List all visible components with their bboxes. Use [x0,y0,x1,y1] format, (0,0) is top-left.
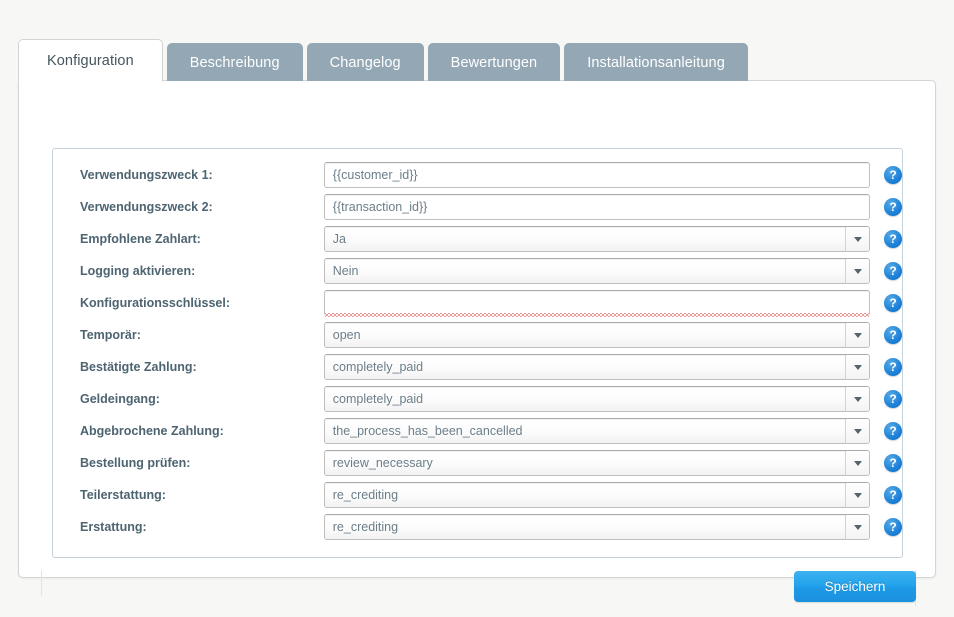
text-input[interactable] [323,162,870,188]
help-icon[interactable]: ? [884,390,902,408]
select-dropdown[interactable]: completely_paid [323,354,870,380]
tab-bewertungen[interactable]: Bewertungen [427,43,561,81]
select-value: Nein [332,264,359,278]
select-value: the_process_has_been_cancelled [332,424,523,438]
chevron-down-icon[interactable] [845,323,869,347]
validation-error-underline [324,313,869,317]
field-label: Konfigurationsschlüssel: [80,296,231,310]
tab-beschreibung[interactable]: Beschreibung [166,43,303,81]
configuration-form: Verwendungszweck 1:?Verwendungszweck 2:?… [52,148,903,558]
select-value: re_crediting [332,520,399,534]
select-dropdown[interactable]: re_crediting [323,482,870,508]
help-icon[interactable]: ? [884,262,902,280]
select-dropdown[interactable]: the_process_has_been_cancelled [323,418,870,444]
form-row: Bestätigte Zahlung: completely_paid? [53,351,902,383]
form-row: Konfigurationsschlüssel:? [53,287,902,319]
tab-bar: Konfiguration Beschreibung Changelog Bewert… [18,39,752,82]
select-value: completely_paid [332,360,424,374]
tab-content-area: Verwendungszweck 1:?Verwendungszweck 2:?… [18,80,936,606]
select-value: completely_paid [332,392,424,406]
help-icon[interactable]: ? [884,518,902,536]
field-control-wrapper: Ja [323,226,870,252]
field-label: Logging aktivieren: [80,264,196,278]
select-value: open [332,328,361,342]
form-footer [41,570,916,606]
chevron-down-icon[interactable] [845,451,869,475]
save-button[interactable]: Speichern [794,571,916,602]
select-value: re_crediting [332,488,399,502]
form-row: Teilerstattung: re_crediting? [53,479,902,511]
field-label: Geldeingang: [80,392,160,406]
form-row: Temporär: open? [53,319,902,351]
help-icon[interactable]: ? [884,486,902,504]
configuration-tab-panel: Konfiguration Beschreibung Changelog Bewert… [18,39,936,606]
field-label: Teilerstattung: [80,488,166,502]
field-label: Erstattung: [80,520,147,534]
help-icon[interactable]: ? [884,326,902,344]
chevron-down-icon[interactable] [845,259,869,283]
footer-divider-left [41,570,42,596]
chevron-down-icon[interactable] [845,483,869,507]
chevron-down-icon[interactable] [845,515,869,539]
field-control-wrapper: re_crediting [323,482,870,508]
form-row: Abgebrochene Zahlung: the_process_has_bee… [53,415,902,447]
field-control-wrapper: completely_paid [323,386,870,412]
select-dropdown[interactable]: review_necessary [323,450,870,476]
select-dropdown[interactable]: re_crediting [323,514,870,540]
select-value: Ja [332,232,346,246]
help-icon[interactable]: ? [884,358,902,376]
help-icon[interactable]: ? [884,198,902,216]
field-control-wrapper: open [323,322,870,348]
form-row: Empfohlene Zahlart: Ja? [53,223,902,255]
help-icon[interactable]: ? [884,230,902,248]
help-icon[interactable]: ? [884,294,902,312]
form-row: Verwendungszweck 2:? [53,191,902,223]
form-row: Geldeingang: completely_paid? [53,383,902,415]
field-control-wrapper: review_necessary [323,450,870,476]
field-control-wrapper: re_crediting [323,514,870,540]
field-label: Abgebrochene Zahlung: [80,424,224,438]
form-row: Logging aktivieren: Nein? [53,255,902,287]
text-input[interactable] [323,194,870,220]
field-label: Verwendungszweck 1: [80,168,213,182]
field-label: Empfohlene Zahlart: [80,232,201,246]
chevron-down-icon[interactable] [845,355,869,379]
field-control-wrapper [323,290,870,317]
select-dropdown[interactable]: Ja [323,226,870,252]
tab-installationsanleitung[interactable]: Installationsanleitung [564,43,748,81]
field-control-wrapper: completely_paid [323,354,870,380]
field-control-wrapper [323,162,870,188]
field-label: Temporär: [80,328,141,342]
form-row: Erstattung: re_crediting? [53,511,902,543]
tab-konfiguration[interactable]: Konfiguration [18,39,163,82]
field-control-wrapper [323,194,870,220]
field-label: Bestätigte Zahlung: [80,360,197,374]
select-value: review_necessary [332,456,433,470]
field-label: Bestellung prüfen: [80,456,191,470]
select-dropdown[interactable]: Nein [323,258,870,284]
form-row: Verwendungszweck 1:? [53,159,902,191]
help-icon[interactable]: ? [884,454,902,472]
field-label: Verwendungszweck 2: [80,200,213,214]
chevron-down-icon[interactable] [845,419,869,443]
tab-changelog[interactable]: Changelog [306,43,424,81]
form-row: Bestellung prüfen: review_necessary? [53,447,902,479]
field-control-wrapper: the_process_has_been_cancelled [323,418,870,444]
field-control-wrapper: Nein [323,258,870,284]
select-dropdown[interactable]: open [323,322,870,348]
chevron-down-icon[interactable] [845,227,869,251]
help-icon[interactable]: ? [884,166,902,184]
select-dropdown[interactable]: completely_paid [323,386,870,412]
help-icon[interactable]: ? [884,422,902,440]
chevron-down-icon[interactable] [845,387,869,411]
